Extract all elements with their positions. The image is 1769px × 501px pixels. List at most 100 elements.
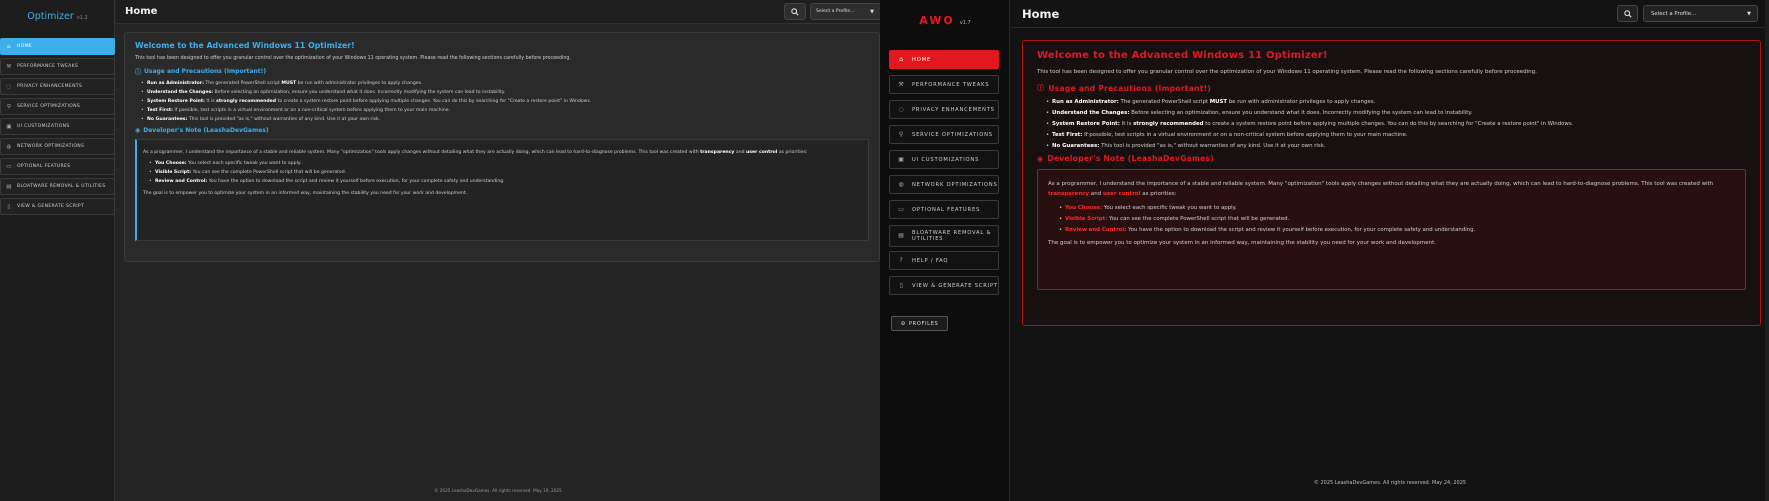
profiles-button[interactable]: ⚙ PROFILES bbox=[891, 316, 948, 331]
sidebar-item-performance-tweaks[interactable]: ⚒ PERFORMANCE TWEAKS bbox=[889, 75, 999, 94]
sidebar-item-view-generate-script[interactable]: ▯ VIEW & GENERATE SCRIPT bbox=[889, 276, 999, 295]
list-item: Test First: If possible, test scripts in… bbox=[1046, 132, 1746, 138]
search-button[interactable] bbox=[784, 3, 806, 20]
sidebar: Optimizer v1.2 ⌂ HOME ⚒ PERFORMANCE TWEAKS … bbox=[0, 0, 115, 501]
sidebar-item-home[interactable]: ⌂ HOME bbox=[0, 38, 115, 55]
dev-note-box: As a programmer, I understand the import… bbox=[135, 139, 869, 241]
sidebar-item-label: HELP / FAQ bbox=[912, 257, 949, 264]
list-item: You Choose: You select each specific twe… bbox=[149, 161, 862, 166]
gear-icon: ⚙ bbox=[900, 320, 906, 327]
main-area: Home Select a Profile... ▼ Welcome to th… bbox=[116, 0, 880, 501]
dev-note-title: ◉ Developer's Note (LeashaDevGames) bbox=[1037, 154, 1215, 163]
sidebar-item-privacy-enhancements[interactable]: ◌ PRIVACY ENHANCEMENTS bbox=[889, 100, 999, 119]
profile-select[interactable]: Select a Profile... ▼ bbox=[810, 3, 880, 20]
sidebar-item-label: BLOATWARE REMOVAL & UTILITIES bbox=[912, 229, 992, 243]
list-item: You Choose: You select each specific twe… bbox=[1059, 205, 1735, 211]
sidebar-item-optional-features[interactable]: ▭ OPTIONAL FEATURES bbox=[889, 200, 999, 219]
list-item: Understand the Changes: Before selecting… bbox=[141, 90, 869, 95]
info-icon: ⓘ bbox=[1037, 84, 1045, 92]
sidebar-item-network-optimizations[interactable]: ◍ NETWORK OPTIMIZATIONS bbox=[889, 175, 999, 194]
search-icon bbox=[791, 7, 799, 16]
wrench-icon: ⚲ bbox=[898, 131, 905, 138]
dev-note-intro: As a programmer, I understand the import… bbox=[1048, 181, 1714, 197]
sidebar-item-optional-features[interactable]: ▭ OPTIONAL FEATURES bbox=[0, 158, 115, 175]
sidebar-item-service-optimizations[interactable]: ⚲ SERVICE OPTIMIZATIONS bbox=[889, 125, 999, 144]
sidebar-item-label: PRIVACY ENHANCEMENTS bbox=[912, 106, 995, 113]
laptop-icon: ▭ bbox=[6, 163, 12, 170]
usage-list: Run as Administrator: The generated Powe… bbox=[141, 81, 869, 122]
dev-note-goal: The goal is to empower you to optimize y… bbox=[143, 191, 468, 197]
scrollbar[interactable] bbox=[1765, 0, 1769, 501]
sidebar-item-label: PERFORMANCE TWEAKS bbox=[17, 64, 79, 69]
brand-version: v1.7 bbox=[959, 20, 971, 26]
list-item: Understand the Changes: Before selecting… bbox=[1046, 110, 1746, 116]
top-bar: Home Select a Profile... ▼ bbox=[116, 0, 880, 24]
list-item: Run as Administrator: The generated Powe… bbox=[1046, 99, 1746, 105]
profile-select-value: Select a Profile... bbox=[816, 9, 855, 14]
home-icon: ⌂ bbox=[7, 43, 11, 50]
intro-text: This tool has been designed to offer you… bbox=[135, 56, 571, 61]
sidebar-item-label: HOME bbox=[17, 44, 33, 49]
help-icon: ? bbox=[899, 257, 904, 264]
list-item: Run as Administrator: The generated Powe… bbox=[141, 81, 869, 86]
welcome-card: Welcome to the Advanced Windows 11 Optim… bbox=[1022, 40, 1761, 326]
sidebar-item-view-generate-script[interactable]: ▯ VIEW & GENERATE SCRIPT bbox=[0, 198, 115, 215]
sidebar-item-label: UI CUSTOMIZATIONS bbox=[17, 124, 70, 129]
optimizer-window-blue: Optimizer v1.2 ⌂ HOME ⚒ PERFORMANCE TWEAKS … bbox=[0, 0, 880, 501]
profile-select-value: Select a Profile... bbox=[1651, 10, 1697, 17]
page-title: Home bbox=[125, 6, 158, 17]
dev-points-list: You Choose: You select each specific twe… bbox=[1059, 205, 1735, 233]
footer: © 2025 LeashaDevGames. All rights reserv… bbox=[1313, 480, 1467, 486]
sidebar-item-ui-customizations[interactable]: ▣ UI CUSTOMIZATIONS bbox=[0, 118, 115, 135]
sidebar-item-label: BLOATWARE REMOVAL & UTILITIES bbox=[17, 184, 106, 189]
sidebar-item-help-faq[interactable]: ? HELP / FAQ bbox=[889, 251, 999, 270]
globe-icon: ◍ bbox=[898, 181, 905, 188]
sidebar-item-label: SERVICE OPTIMIZATIONS bbox=[912, 131, 993, 138]
main-area: Home Select a Profile... ▼ Welcome to th… bbox=[1011, 0, 1769, 501]
list-item: Test First: If possible, test scripts in… bbox=[141, 108, 869, 113]
sidebar-item-label: PERFORMANCE TWEAKS bbox=[912, 81, 990, 88]
list-item: Visible Script: You can see the complete… bbox=[1059, 216, 1735, 222]
code-icon: ◉ bbox=[135, 127, 141, 134]
home-icon: ⌂ bbox=[899, 56, 904, 63]
sidebar-item-home[interactable]: ⌂ HOME bbox=[889, 50, 999, 69]
list-item: System Restore Point: It is strongly rec… bbox=[1046, 121, 1746, 127]
code-icon: ◉ bbox=[1037, 154, 1044, 163]
globe-icon: ◍ bbox=[6, 143, 12, 150]
wrench-icon: ⚲ bbox=[6, 103, 12, 110]
palette-icon: ▣ bbox=[6, 123, 12, 130]
sidebar-item-ui-customizations[interactable]: ▣ UI CUSTOMIZATIONS bbox=[889, 150, 999, 169]
usage-list: Run as Administrator: The generated Powe… bbox=[1046, 99, 1746, 149]
welcome-card: Welcome to the Advanced Windows 11 Optim… bbox=[124, 32, 880, 262]
list-item: Visible Script: You can see the complete… bbox=[149, 170, 862, 175]
welcome-title: Welcome to the Advanced Windows 11 Optim… bbox=[135, 41, 355, 50]
sidebar-item-label: NETWORK OPTIMIZATIONS bbox=[17, 144, 85, 149]
brand-name: Optimizer bbox=[27, 11, 74, 22]
profile-select[interactable]: Select a Profile... ▼ bbox=[1643, 5, 1758, 22]
sidebar-item-label: HOME bbox=[912, 56, 931, 63]
sidebar-item-network-optimizations[interactable]: ◍ NETWORK OPTIMIZATIONS bbox=[0, 138, 115, 155]
shield-icon: ◌ bbox=[6, 83, 12, 90]
welcome-title: Welcome to the Advanced Windows 11 Optim… bbox=[1037, 50, 1328, 61]
info-icon: ⓘ bbox=[135, 69, 142, 76]
sidebar-item-bloatware-removal[interactable]: ▤ BLOATWARE REMOVAL & UTILITIES bbox=[889, 225, 999, 247]
shield-icon: ◌ bbox=[898, 106, 905, 113]
sidebar-item-label: VIEW & GENERATE SCRIPT bbox=[17, 204, 85, 209]
sidebar-item-service-optimizations[interactable]: ⚲ SERVICE OPTIMIZATIONS bbox=[0, 98, 115, 115]
sidebar-item-privacy-enhancements[interactable]: ◌ PRIVACY ENHANCEMENTS bbox=[0, 78, 115, 95]
sidebar-item-performance-tweaks[interactable]: ⚒ PERFORMANCE TWEAKS bbox=[0, 58, 115, 75]
awo-window-red: AWO v1.7 ⌂ HOME ⚒ PERFORMANCE TWEAKS ◌ PRIVA… bbox=[880, 0, 1769, 501]
sidebar-item-label: OPTIONAL FEATURES bbox=[912, 206, 981, 213]
list-item: Review and Control: You have the option … bbox=[149, 179, 862, 184]
sidebar-item-label: PRIVACY ENHANCEMENTS bbox=[17, 84, 83, 89]
usage-section-title: ⓘ Usage and Precautions (Important!) bbox=[135, 68, 267, 76]
search-button[interactable] bbox=[1617, 5, 1638, 22]
list-item: System Restore Point: It is strongly rec… bbox=[141, 99, 869, 104]
dev-note-goal: The goal is to empower you to optimize y… bbox=[1048, 239, 1437, 246]
sidebar-item-bloatware-removal[interactable]: ▤ BLOATWARE REMOVAL & UTILITIES bbox=[0, 178, 115, 195]
dev-note-intro: As a programmer, I understand the import… bbox=[143, 150, 808, 155]
list-item: No Guarantees: This tool is provided "as… bbox=[1046, 143, 1746, 149]
footer: © 2025 LeashaDevGames. All rights reserv… bbox=[434, 488, 562, 493]
page-title: Home bbox=[1022, 7, 1060, 21]
app-logo: Optimizer v1.2 bbox=[0, 11, 115, 22]
